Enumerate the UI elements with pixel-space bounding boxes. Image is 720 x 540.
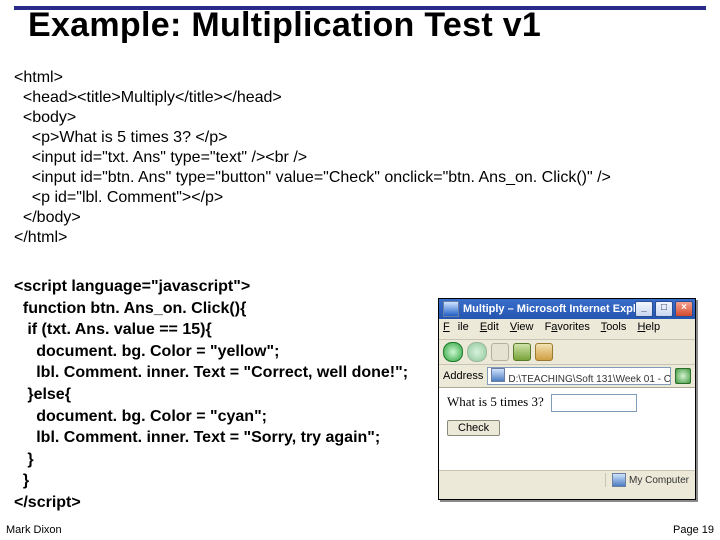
home-button-icon[interactable] [535, 343, 553, 361]
menu-edit[interactable]: Edit [480, 321, 499, 333]
ie-app-icon [443, 301, 459, 317]
status-bar: My Computer [439, 471, 695, 489]
menu-favorites[interactable]: Favorites [545, 321, 590, 333]
address-input[interactable]: D:\TEACHING\Soft 131\Week 01 - Cond E [487, 367, 671, 385]
stop-button-icon[interactable] [491, 343, 509, 361]
page-content: What is 5 times 3? Check [439, 388, 695, 471]
refresh-button-icon[interactable] [513, 343, 531, 361]
slide-title: Example: Multiplication Test v1 [28, 6, 710, 45]
script-code-block: <script language="javascript"> function … [14, 276, 408, 514]
address-value: D:\TEACHING\Soft 131\Week 01 - Cond E [508, 374, 671, 385]
page-icon [491, 368, 505, 382]
window-title: Multiply – Microsoft Internet Expl… [463, 303, 635, 315]
close-button[interactable]: × [675, 301, 693, 317]
footer-page: Page 19 [673, 524, 714, 536]
menu-view[interactable]: View [510, 321, 534, 333]
html-code-block: <html> <head><title>Multiply</title></he… [14, 68, 611, 248]
minimize-button[interactable]: _ [635, 301, 653, 317]
status-text: My Computer [629, 475, 689, 486]
maximize-button[interactable]: □ [655, 301, 673, 317]
menu-bar: File Edit View Favorites Tools Help [439, 319, 695, 340]
menu-tools[interactable]: Tools [601, 321, 627, 333]
go-button-icon[interactable] [675, 368, 691, 384]
footer-author: Mark Dixon [6, 524, 62, 536]
toolbar [439, 340, 695, 365]
menu-file[interactable]: File [443, 321, 469, 333]
check-button[interactable]: Check [447, 420, 500, 436]
question-text: What is 5 times 3? [447, 394, 544, 409]
back-button-icon[interactable] [443, 342, 463, 362]
address-label: Address [443, 370, 483, 382]
browser-window: Multiply – Microsoft Internet Expl… _ □ … [438, 298, 696, 500]
address-bar: Address D:\TEACHING\Soft 131\Week 01 - C… [439, 365, 695, 388]
zone-icon [612, 473, 626, 487]
titlebar[interactable]: Multiply – Microsoft Internet Expl… _ □ … [439, 299, 695, 319]
answer-input[interactable] [551, 394, 637, 412]
forward-button-icon[interactable] [467, 342, 487, 362]
menu-help[interactable]: Help [637, 321, 660, 333]
